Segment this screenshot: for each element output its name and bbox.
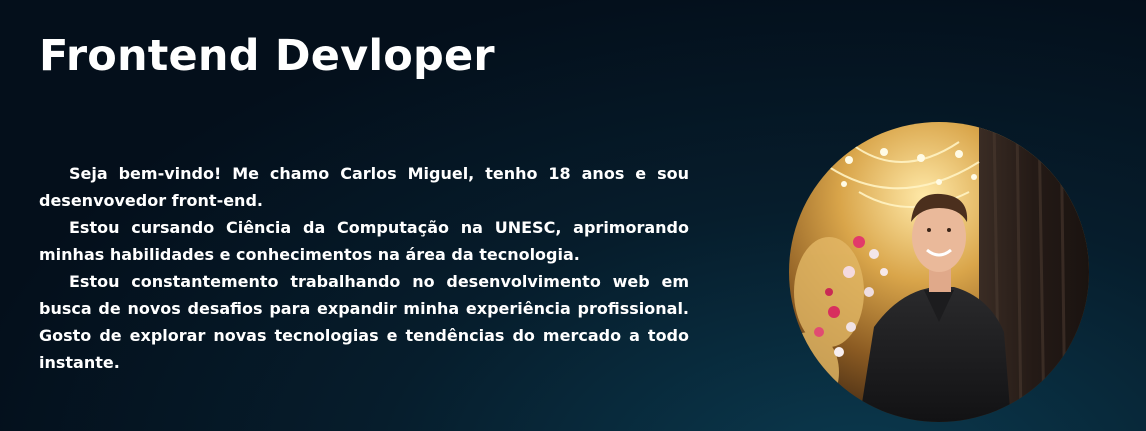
about-paragraph: Seja bem-vindo! Me chamo Carlos Miguel, … (39, 164, 689, 210)
profile-photo (789, 122, 1089, 422)
about-section: Seja bem-vindo! Me chamo Carlos Miguel, … (39, 160, 689, 376)
page-title: Frontend Devloper (39, 31, 495, 81)
about-paragraph: Estou cursando Ciência da Computação na … (39, 218, 689, 264)
about-paragraph: Estou constantemento trabalhando no dese… (39, 272, 689, 372)
